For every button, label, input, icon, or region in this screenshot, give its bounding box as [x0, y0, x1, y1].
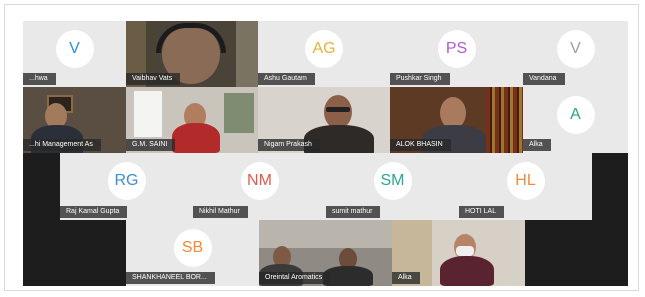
- participant-name: Alka: [392, 272, 420, 284]
- participant-video-tile[interactable]: Orеintal Aromatics: [259, 220, 392, 286]
- avatar-initials: A: [556, 95, 595, 134]
- participant-name: ALOK BHASIN: [390, 139, 451, 151]
- participant-body: [323, 266, 373, 286]
- participant-video-tile[interactable]: Vaibhav Vats: [126, 21, 258, 87]
- window-background: [224, 93, 254, 133]
- participant-face: [324, 95, 352, 129]
- avatar-initials: AG: [305, 29, 343, 68]
- participant-name: G.M. SAINI: [126, 139, 176, 151]
- participant-name: ...hi Management As: [23, 139, 101, 151]
- participant-name: Nikhil Mathur: [193, 206, 248, 218]
- bookshelf: [486, 87, 523, 153]
- participant-name: sumit mathur: [326, 206, 381, 218]
- participant-video-tile[interactable]: Nigam Prakash: [258, 87, 390, 153]
- participant-tile[interactable]: RG Raj Kamal Gupta: [60, 153, 193, 220]
- participant-name: ...hwa: [23, 73, 56, 85]
- participant-video-tile[interactable]: G.M. SAINI: [126, 87, 258, 153]
- participant-name: Nigam Prakash: [258, 139, 320, 151]
- participant-name: Raj Kamal Gupta: [60, 206, 128, 218]
- participant-tile[interactable]: V Vandana: [523, 21, 628, 87]
- participant-name: Vaibhav Vats: [126, 73, 181, 85]
- participant-tile[interactable]: SB SHANKHANEEL BOR...: [126, 220, 259, 286]
- participant-tile[interactable]: PS Pushkar Singh: [390, 21, 523, 87]
- avatar-initials: V: [55, 29, 94, 68]
- participant-name: Vandana: [523, 73, 565, 85]
- avatar-initials: NM: [240, 162, 279, 201]
- avatar-initials: HL: [506, 162, 545, 201]
- headphones-icon: [156, 23, 226, 53]
- window-background: [134, 91, 162, 137]
- participant-name: Orеintal Aromatics: [259, 272, 331, 284]
- participant-body: [440, 256, 494, 286]
- wall-background: [259, 220, 392, 248]
- participant-name: Alka: [523, 139, 551, 151]
- avatar-initials: SM: [373, 162, 412, 201]
- participant-video-tile[interactable]: ALOK BHASIN: [390, 87, 523, 153]
- participant-tile[interactable]: HL HOTI LAL: [459, 153, 592, 220]
- participant-video-tile[interactable]: Alka: [392, 220, 525, 286]
- participant-video-tile[interactable]: ...hi Management As: [23, 87, 126, 153]
- video-background: [236, 21, 258, 87]
- participant-body: [172, 123, 220, 153]
- participant-tile[interactable]: A Alka: [523, 87, 628, 153]
- participant-tile[interactable]: AG Ashu Gautam: [258, 21, 390, 87]
- video-grid: V ...hwa Vaibhav Vats AG Ashu Gautam PS …: [23, 21, 628, 286]
- participant-name: Pushkar Singh: [390, 73, 450, 85]
- participant-tile[interactable]: V ...hwa: [23, 21, 126, 87]
- participant-name: HOTI LAL: [459, 206, 505, 218]
- avatar-initials: RG: [107, 162, 146, 201]
- avatar-initials: SB: [173, 228, 212, 267]
- participant-name: Ashu Gautam: [258, 73, 315, 85]
- participant-tile[interactable]: SM sumit mathur: [326, 153, 459, 220]
- avatar-initials: V: [556, 29, 595, 68]
- glasses-icon: [326, 107, 350, 112]
- face-mask: [456, 246, 474, 256]
- participant-name: SHANKHANEEL BOR...: [126, 272, 215, 284]
- participant-tile[interactable]: NM Nikhil Mathur: [193, 153, 326, 220]
- avatar-initials: PS: [437, 29, 476, 68]
